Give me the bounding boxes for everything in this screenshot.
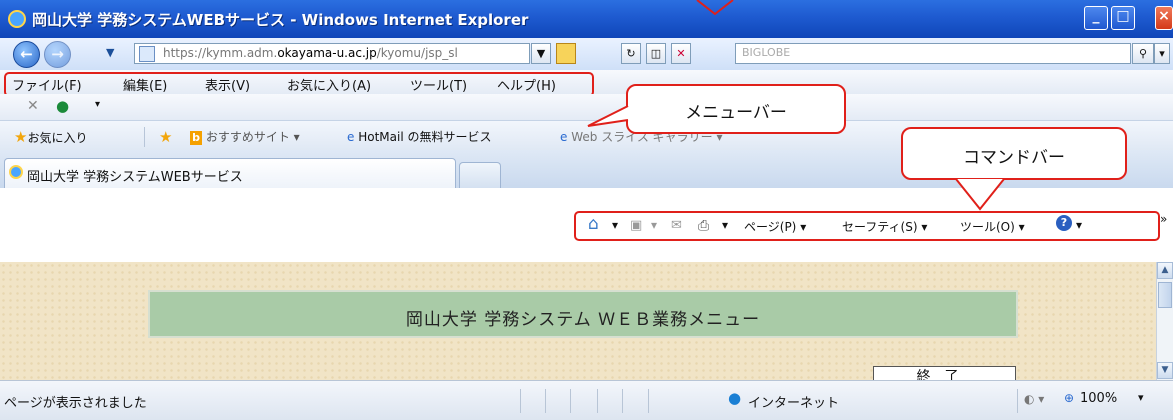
lock-icon[interactable] [556,43,576,64]
stop-icon[interactable]: ✕ [671,43,691,64]
star-icon: ★ [14,128,28,146]
page-banner: 岡山大学 学務システム ＷＥＢ業務メニュー [148,290,1018,338]
url-domain: okayama-u.ac.jp [277,46,377,60]
toolbar-dropdown[interactable]: ▾ [95,99,100,110]
commandbar-callout-text: コマンドバー [963,148,1065,168]
address-input[interactable]: https://kymm.adm.okayama-u.ac.jp/kyomu/j… [134,43,530,64]
search-input[interactable]: BIGLOBE [735,43,1131,64]
banner-title: 岡山大学 学務システム ＷＥＢ業務メニュー [405,310,761,330]
globe-icon: ● [728,389,742,407]
divider [545,389,546,413]
tab-current[interactable]: 岡山大学 学務システムWEBサービス [4,158,456,188]
fav-item-recommended[interactable]: b おすすめサイト ▾ [190,128,300,145]
maximize-button[interactable]: □ [1111,6,1135,30]
zoom-icon[interactable]: ⊕ [1064,391,1074,405]
compat-icon[interactable]: ◫ [646,43,666,64]
url-prefix: https://kymm.adm. [163,46,278,60]
divider [520,389,521,413]
favorites-label: お気に入り [27,131,88,145]
scroll-down-button[interactable]: ▼ [1157,362,1173,379]
status-text: ページが表示されました [4,396,147,411]
globe-tool-icon[interactable]: ● [56,97,69,115]
forward-button[interactable]: → [44,41,71,68]
menubar-callout: メニューバー [626,84,846,134]
zone-text: インターネット [748,396,840,411]
ie-icon [8,10,26,28]
divider [597,389,598,413]
bing-icon: b [190,131,202,145]
zoom-dropdown[interactable]: ▾ [1138,391,1144,404]
divider [648,389,649,413]
search-provider: BIGLOBE [742,46,791,59]
zoom-level[interactable]: 100% [1080,391,1117,406]
ie-page-icon: e [560,130,568,144]
new-tab-button[interactable] [459,162,501,188]
top-pointer-fragment [696,0,734,16]
url-path: /kyomu/jsp_sl [376,46,458,60]
recent-pages-dropdown[interactable]: ▼ [106,46,114,59]
command-bar-highlight [574,211,1160,241]
back-button[interactable]: ← [13,41,40,68]
divider [622,389,623,413]
search-icon[interactable]: ⚲ [1132,43,1154,64]
close-button[interactable]: × [1155,6,1173,30]
commandbar-callout: コマンドバー [901,127,1127,180]
address-row: ← → ▼ https://kymm.adm.okayama-u.ac.jp/k… [0,38,1173,70]
minimize-button[interactable]: _ [1084,6,1108,30]
tab-title: 岡山大学 学務システムWEBサービス [27,170,243,185]
search-options-dropdown[interactable]: ▾ [1154,43,1170,64]
more-commands-icon[interactable]: » [1160,212,1167,226]
ie-icon [9,165,23,179]
window-title: 岡山大学 学務システムWEBサービス - Windows Internet Ex… [32,11,529,29]
title-bar: 岡山大学 学務システムWEBサービス - Windows Internet Ex… [0,0,1173,38]
ie-page-icon: e [347,130,355,144]
fav-item-hotmail[interactable]: e HotMail の無料サービス [347,128,491,145]
scroll-up-button[interactable]: ▲ [1157,262,1173,279]
scroll-thumb[interactable] [1158,282,1172,308]
close-icon[interactable]: ✕ [27,98,39,114]
divider [570,389,571,413]
refresh-icon[interactable]: ↻ [621,43,641,64]
commandbar-callout-pointer [955,178,1005,211]
menubar-callout-text: メニューバー [685,103,787,123]
status-bar: ページが表示されました ● インターネット ◐ ▾ ⊕ 100% ▾ [0,380,1173,420]
menubar-callout-pointer [587,105,629,127]
favorites-button[interactable]: ★お気に入り [14,128,87,146]
divider [144,127,145,147]
page-icon [139,46,155,62]
address-dropdown-button[interactable]: ▼ [531,43,551,64]
vertical-scrollbar[interactable]: ▲ ▼ [1156,262,1173,380]
protected-mode-icon[interactable]: ◐ ▾ [1024,392,1044,406]
add-favorite-icon[interactable]: ★ [159,128,172,146]
divider [1017,389,1018,413]
